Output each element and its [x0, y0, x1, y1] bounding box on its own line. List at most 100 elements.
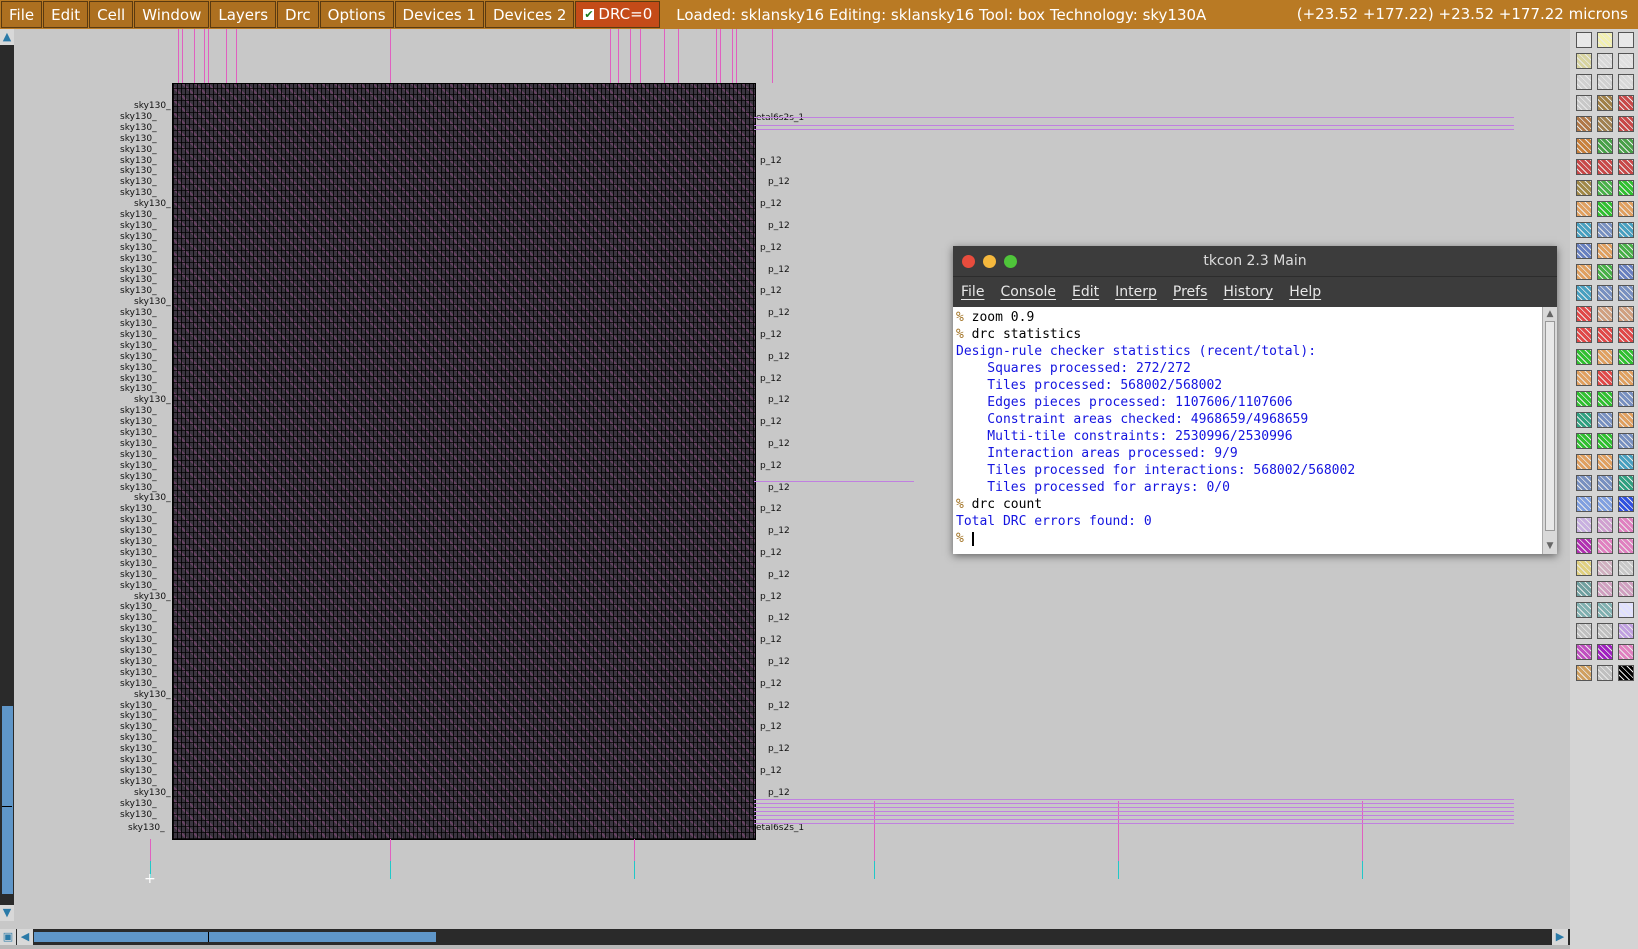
horizontal-scroll-thumb[interactable] — [34, 932, 436, 942]
layer-swatch[interactable] — [1597, 369, 1613, 386]
tkcon-menu-edit[interactable]: Edit — [1064, 284, 1107, 300]
scroll-corner-icon[interactable]: ▣ — [0, 929, 16, 945]
layer-swatch[interactable] — [1576, 432, 1592, 449]
layer-swatch[interactable] — [1597, 580, 1613, 597]
tkcon-menu-history[interactable]: History — [1215, 284, 1281, 300]
layer-swatch[interactable] — [1597, 348, 1613, 365]
layer-swatch[interactable] — [1597, 32, 1613, 48]
layer-swatch[interactable] — [1576, 454, 1592, 470]
tkcon-menu-interp[interactable]: Interp — [1107, 284, 1165, 300]
layer-swatch[interactable] — [1597, 158, 1613, 175]
layer-swatch[interactable] — [1576, 158, 1592, 175]
layer-swatch[interactable] — [1618, 285, 1634, 302]
layer-swatch[interactable] — [1597, 559, 1613, 576]
menu-file[interactable]: File — [1, 1, 43, 28]
layer-swatch[interactable] — [1597, 601, 1613, 618]
layer-swatch[interactable] — [1618, 580, 1634, 597]
layer-swatch[interactable] — [1576, 116, 1592, 133]
layer-swatch[interactable] — [1618, 643, 1634, 660]
layer-swatch[interactable] — [1576, 137, 1592, 154]
layer-swatch[interactable] — [1597, 74, 1613, 91]
layer-swatch[interactable] — [1597, 390, 1613, 407]
layer-swatch[interactable] — [1597, 665, 1613, 681]
layer-swatch[interactable] — [1576, 517, 1592, 534]
layer-swatch[interactable] — [1597, 496, 1613, 513]
tkcon-scroll-thumb[interactable] — [1545, 321, 1555, 531]
layer-swatch[interactable] — [1618, 264, 1634, 281]
tkcon-menu-help[interactable]: Help — [1281, 284, 1329, 300]
layer-swatch[interactable] — [1618, 221, 1634, 238]
layer-swatch[interactable] — [1576, 306, 1592, 323]
menu-edit[interactable]: Edit — [43, 1, 89, 28]
vertical-scrollbar[interactable]: ▲ ▼ — [0, 29, 14, 921]
menu-options[interactable]: Options — [319, 1, 394, 28]
tkcon-window[interactable]: tkcon 2.3 Main File Console Edit Interp … — [953, 246, 1557, 554]
scroll-up-icon[interactable]: ▲ — [1545, 309, 1555, 319]
layer-swatch[interactable] — [1618, 348, 1634, 365]
horizontal-scrollbar[interactable]: ▣ ◀ ▶ — [0, 929, 1570, 945]
layer-swatch[interactable] — [1597, 643, 1613, 660]
cell-layout-block[interactable] — [172, 83, 756, 840]
layer-swatch[interactable] — [1597, 475, 1613, 492]
layer-swatch[interactable] — [1576, 665, 1592, 681]
layer-swatch[interactable] — [1618, 95, 1634, 112]
layer-swatch[interactable] — [1576, 580, 1592, 597]
layer-swatch[interactable] — [1576, 179, 1592, 196]
tkcon-menu-console[interactable]: Console — [992, 284, 1064, 300]
tkcon-menu-prefs[interactable]: Prefs — [1165, 284, 1215, 300]
layer-swatch[interactable] — [1597, 221, 1613, 238]
layer-swatch[interactable] — [1618, 411, 1634, 428]
drc-toggle[interactable]: ✔ DRC=0 — [575, 1, 661, 28]
layer-swatch[interactable] — [1576, 538, 1592, 555]
layer-swatch[interactable] — [1618, 32, 1634, 48]
layer-swatch[interactable] — [1618, 538, 1634, 555]
layer-swatch[interactable] — [1618, 158, 1634, 175]
menu-layers[interactable]: Layers — [210, 1, 277, 28]
layer-swatch[interactable] — [1618, 432, 1634, 449]
layer-swatch[interactable] — [1576, 475, 1592, 492]
layer-swatch[interactable] — [1576, 221, 1592, 238]
layer-swatch[interactable] — [1597, 517, 1613, 534]
layer-swatch[interactable] — [1576, 390, 1592, 407]
layer-swatch[interactable] — [1618, 496, 1634, 513]
layer-swatch[interactable] — [1576, 643, 1592, 660]
layer-swatch[interactable] — [1618, 601, 1634, 618]
layer-swatch[interactable] — [1576, 74, 1592, 91]
layer-swatch[interactable] — [1597, 179, 1613, 196]
menu-drc[interactable]: Drc — [277, 1, 319, 28]
layer-swatch[interactable] — [1618, 137, 1634, 154]
layer-swatch[interactable] — [1597, 95, 1613, 112]
layer-swatch[interactable] — [1576, 53, 1592, 70]
tkcon-titlebar[interactable]: tkcon 2.3 Main — [953, 246, 1557, 276]
text-cursor[interactable] — [971, 531, 974, 546]
menu-devices-2[interactable]: Devices 2 — [484, 1, 575, 28]
layer-swatch[interactable] — [1618, 665, 1634, 681]
layer-swatch[interactable] — [1618, 327, 1634, 344]
layer-swatch[interactable] — [1576, 601, 1592, 618]
layer-palette[interactable] — [1570, 29, 1638, 949]
layer-swatch[interactable] — [1576, 264, 1592, 281]
layer-swatch[interactable] — [1618, 306, 1634, 323]
scroll-right-icon[interactable]: ▶ — [1552, 929, 1568, 945]
layer-swatch[interactable] — [1597, 264, 1613, 281]
layer-swatch[interactable] — [1618, 390, 1634, 407]
layer-swatch[interactable] — [1618, 243, 1634, 259]
layer-swatch[interactable] — [1597, 454, 1613, 470]
layer-swatch[interactable] — [1597, 243, 1613, 259]
layer-swatch[interactable] — [1576, 411, 1592, 428]
layer-swatch[interactable] — [1618, 622, 1634, 639]
layer-swatch[interactable] — [1618, 369, 1634, 386]
layer-swatch[interactable] — [1576, 327, 1592, 344]
scroll-left-icon[interactable]: ◀ — [17, 929, 33, 945]
layer-swatch[interactable] — [1576, 348, 1592, 365]
layer-swatch[interactable] — [1597, 327, 1613, 344]
tkcon-console[interactable]: % zoom 0.9% drc statistics Design-rule ch… — [953, 307, 1543, 554]
layer-swatch[interactable] — [1597, 306, 1613, 323]
layer-swatch[interactable] — [1618, 179, 1634, 196]
layer-swatch[interactable] — [1576, 95, 1592, 112]
layer-swatch[interactable] — [1576, 369, 1592, 386]
layer-swatch[interactable] — [1576, 285, 1592, 302]
layer-swatch[interactable] — [1618, 517, 1634, 534]
layer-swatch[interactable] — [1618, 475, 1634, 492]
scroll-down-icon[interactable]: ▼ — [0, 905, 14, 921]
